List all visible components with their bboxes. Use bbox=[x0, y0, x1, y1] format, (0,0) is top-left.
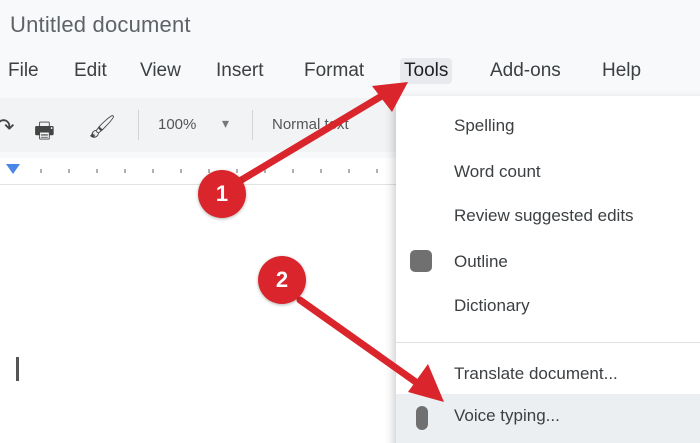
menu-bar: File Edit View Insert Format Tools Add-o… bbox=[0, 48, 700, 92]
menu-help[interactable]: Help bbox=[598, 58, 645, 84]
ruler-tick bbox=[348, 169, 350, 173]
ruler-tick bbox=[376, 169, 378, 173]
step-badge-2: 2 bbox=[258, 256, 306, 304]
paragraph-style-select[interactable]: Normal text bbox=[272, 116, 382, 133]
menu-item-translate-document[interactable]: Translate document... bbox=[454, 364, 618, 384]
menu-item-outline[interactable]: Outline bbox=[454, 252, 508, 272]
redo-icon[interactable]: ↷ bbox=[0, 114, 14, 140]
menu-edit[interactable]: Edit bbox=[70, 58, 111, 84]
text-cursor bbox=[16, 357, 19, 381]
toolbar-divider bbox=[138, 110, 139, 140]
menu-format[interactable]: Format bbox=[300, 58, 368, 84]
menu-item-word-count[interactable]: Word count bbox=[454, 162, 541, 182]
ruler-tick bbox=[180, 169, 182, 173]
menu-file[interactable]: File bbox=[4, 58, 43, 84]
ruler-tick bbox=[264, 169, 266, 173]
menu-divider bbox=[396, 342, 700, 343]
print-icon[interactable]: 🖶 bbox=[34, 114, 55, 152]
menu-item-spelling[interactable]: Spelling bbox=[454, 116, 515, 136]
menu-item-voice-typing[interactable]: Voice typing... bbox=[454, 406, 560, 426]
ruler-tick bbox=[292, 169, 294, 173]
indent-marker-icon[interactable] bbox=[6, 164, 20, 174]
outline-icon bbox=[410, 250, 432, 272]
ruler-tick bbox=[68, 169, 70, 173]
ruler-tick bbox=[320, 169, 322, 173]
menu-insert[interactable]: Insert bbox=[212, 58, 268, 84]
microphone-icon bbox=[416, 406, 428, 430]
paint-format-icon[interactable]: 🖌 bbox=[88, 114, 116, 140]
zoom-select[interactable]: 100% bbox=[158, 116, 196, 133]
menu-view[interactable]: View bbox=[136, 58, 185, 84]
ruler-tick bbox=[40, 169, 42, 173]
ruler-tick bbox=[124, 169, 126, 173]
screenshot-frame: Untitled document File Edit View Insert … bbox=[0, 0, 700, 443]
ruler-tick bbox=[152, 169, 154, 173]
document-title[interactable]: Untitled document bbox=[10, 12, 191, 38]
step-badge-1: 1 bbox=[198, 170, 246, 218]
menu-tools[interactable]: Tools bbox=[400, 58, 453, 84]
ruler-tick bbox=[236, 169, 238, 173]
menu-item-review-suggested-edits[interactable]: Review suggested edits bbox=[454, 206, 634, 226]
menu-addons[interactable]: Add-ons bbox=[486, 58, 565, 84]
tools-dropdown-menu: Spelling Word count Review suggested edi… bbox=[396, 96, 700, 443]
toolbar-divider bbox=[252, 110, 253, 140]
menu-item-dictionary[interactable]: Dictionary bbox=[454, 296, 530, 316]
chevron-down-icon: ▾ bbox=[222, 115, 230, 131]
ruler-tick bbox=[96, 169, 98, 173]
